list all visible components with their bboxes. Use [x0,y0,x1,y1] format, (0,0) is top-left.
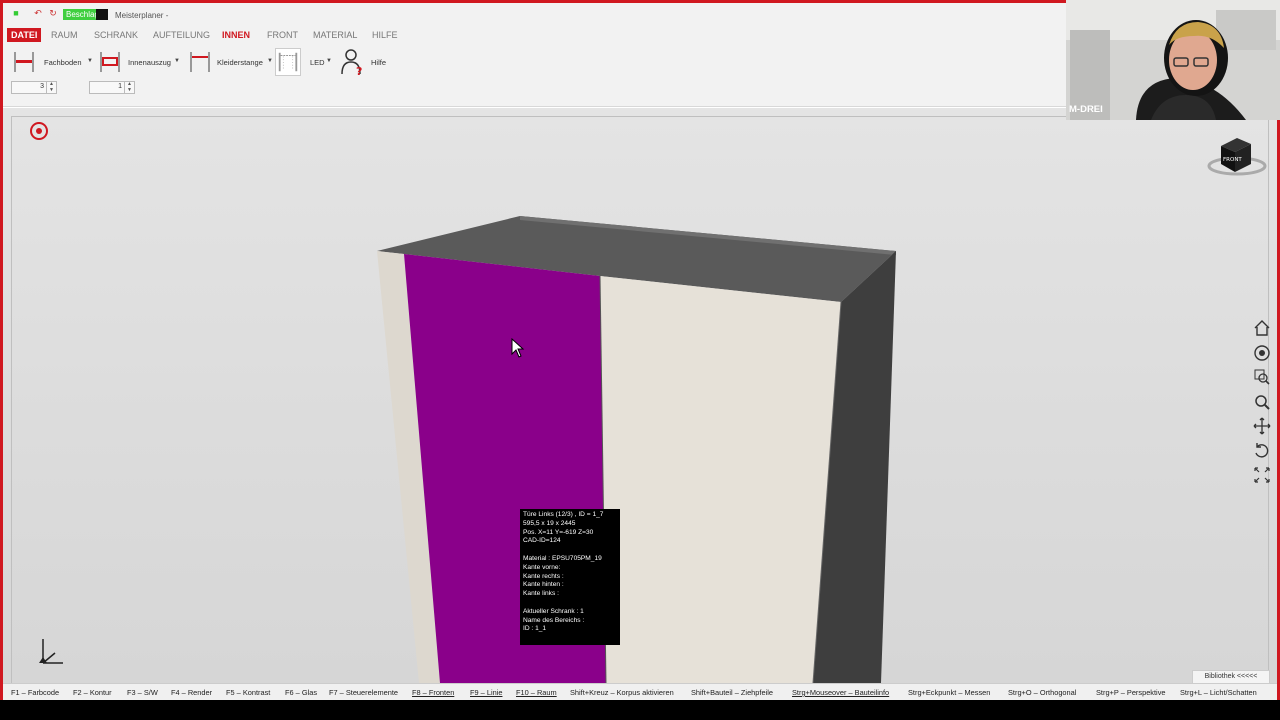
webcam-overlay: M-DREI [1066,0,1280,120]
undo-icon[interactable]: ↶ [33,8,43,18]
menu-datei[interactable]: DATEI [7,28,42,42]
hilfe-button[interactable]: ? Hilfe [339,48,389,78]
wardrobe-model[interactable] [3,108,1277,683]
status-shortcut: F3 – S/W [127,688,158,697]
status-shortcut: F4 – Render [171,688,213,697]
status-shortcut: F9 – Linie [470,688,503,697]
menu-raum[interactable]: RAUM [51,28,78,42]
chevron-down-icon[interactable]: ▼ [87,58,93,64]
status-shortcut: F6 – Glas [285,688,318,697]
status-shortcut: F5 – Kontrast [226,688,271,697]
navcube-face-label: FRONT [1223,157,1242,163]
webcam-label: M-DREI [1069,104,1103,115]
kleiderstange-button[interactable]: Kleiderstange ▼ [187,48,273,78]
status-shortcut: Shift+Kreuz – Korpus aktivieren [570,688,674,697]
help-person-icon: ? [341,49,362,76]
menu-hilfe[interactable]: HILFE [372,28,398,42]
rotate-icon[interactable] [1252,441,1272,461]
status-shortcut: F7 – Steuerelemente [329,688,399,697]
fit-view-icon[interactable] [1252,465,1272,485]
led-button[interactable]: LED ▼ [275,48,335,78]
navigation-cube[interactable]: FRONT [1203,128,1269,180]
chevron-down-icon[interactable]: ▼ [174,58,180,64]
orbit-icon[interactable] [1252,343,1272,363]
save-icon[interactable]: ■ [11,8,21,18]
axis-gizmo-icon [39,639,63,664]
title-badge-swatch [96,9,108,20]
status-shortcut: Strg+P – Perspektive [1096,688,1166,697]
fachboden-button[interactable]: Fachboden ▼ [11,48,93,78]
innenauszug-button[interactable]: Innenauszug ▼ [97,48,181,78]
menu-aufteilung[interactable]: AUFTEILUNG [153,28,210,42]
status-shortcut: Shift+Bauteil – Ziehpfeile [691,688,773,697]
redo-icon[interactable]: ↻ [48,8,58,18]
pan-icon[interactable] [1252,416,1272,436]
svg-text:?: ? [356,65,362,76]
status-shortcut: F1 – Farbcode [11,688,60,697]
status-shortcut: Strg+Mouseover – Bauteilinfo [792,688,890,697]
component-info-tooltip: Türe Links (12/3) , ID = 1_7 595,5 x 19 … [520,509,620,645]
status-shortcut: Strg+O – Orthogonal [1008,688,1077,697]
shelf-count-stepper[interactable]: 3 ▲ ▼ [11,81,57,94]
drawer-count-stepper[interactable]: 1 ▲ ▼ [89,81,135,94]
zoom-window-icon[interactable] [1252,367,1272,387]
chevron-down-icon[interactable]: ▼ [267,58,273,64]
mouse-cursor-icon [511,338,525,358]
door-right[interactable] [600,276,841,683]
drawer-icon [100,52,120,72]
window-title: Meisterplaner - [115,11,169,20]
stepper-arrows-icon[interactable]: ▲ ▼ [124,81,134,93]
led-icon [275,48,301,76]
menu-innen[interactable]: INNEN [222,28,250,42]
menu-front[interactable]: FRONT [267,28,298,42]
home-icon[interactable] [1252,318,1272,338]
status-shortcut: F8 – Fronten [412,688,455,697]
webcam-person-image [1066,0,1280,120]
shelf-icon [14,52,34,72]
status-shortcut: F2 – Kontur [73,688,112,697]
chevron-down-icon[interactable]: ▼ [326,58,332,64]
status-shortcut: Strg+L – Licht/Schatten [1180,688,1257,697]
shortcut-status-bar: F1 – Farbcode F2 – Kontur F3 – S/W F4 – … [3,683,1277,700]
clothes-rail-icon [190,52,210,72]
stepper-arrows-icon[interactable]: ▲ ▼ [46,81,56,93]
status-shortcut: F10 – Raum [516,688,557,697]
status-shortcut: Strg+Eckpunkt – Messen [908,688,991,697]
zoom-icon[interactable] [1252,392,1272,412]
menu-schrank[interactable]: SCHRANK [94,28,138,42]
menu-material[interactable]: MATERIAL [313,28,357,42]
library-toggle-button[interactable]: Bibliothek <<<<< [1192,670,1270,683]
3d-viewport[interactable]: Türe Links (12/3) , ID = 1_7 595,5 x 19 … [3,108,1277,683]
